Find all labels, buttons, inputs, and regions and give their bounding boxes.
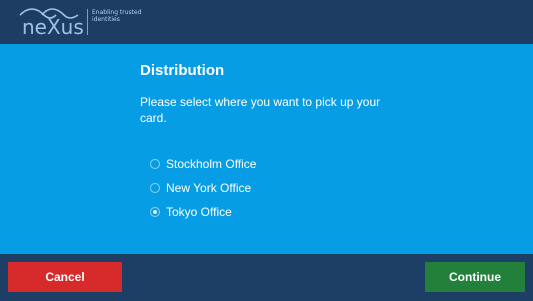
page-title: Distribution — [140, 62, 225, 79]
cancel-button[interactable]: Cancel — [8, 262, 122, 292]
option-label: Tokyo Office — [166, 205, 232, 219]
option-label: Stockholm Office — [166, 157, 257, 171]
brand-tagline: Enabling trusted identities — [92, 9, 142, 23]
continue-button[interactable]: Continue — [425, 262, 525, 292]
option-label: New York Office — [166, 181, 252, 195]
option-stockholm-office[interactable]: Stockholm Office — [150, 152, 350, 176]
brand-logo: neXus Enabling trusted identities — [18, 5, 148, 39]
top-header: neXus Enabling trusted identities — [0, 0, 533, 44]
distribution-panel: Distribution Please select where you wan… — [0, 44, 533, 254]
brand-name: neXus — [22, 15, 84, 39]
radio-icon — [150, 183, 160, 193]
kiosk-window: neXus Enabling trusted identities Distri… — [0, 0, 533, 301]
radio-icon — [150, 159, 160, 169]
option-new-york-office[interactable]: New York Office — [150, 176, 350, 200]
radio-selected-icon — [150, 207, 160, 217]
option-tokyo-office[interactable]: Tokyo Office — [150, 200, 350, 224]
pickup-options: Stockholm Office New York Office Tokyo O… — [150, 152, 350, 224]
instructions: Please select where you want to pick up … — [140, 95, 381, 125]
action-bar: Cancel Continue — [0, 254, 533, 301]
brand-divider — [87, 9, 88, 35]
